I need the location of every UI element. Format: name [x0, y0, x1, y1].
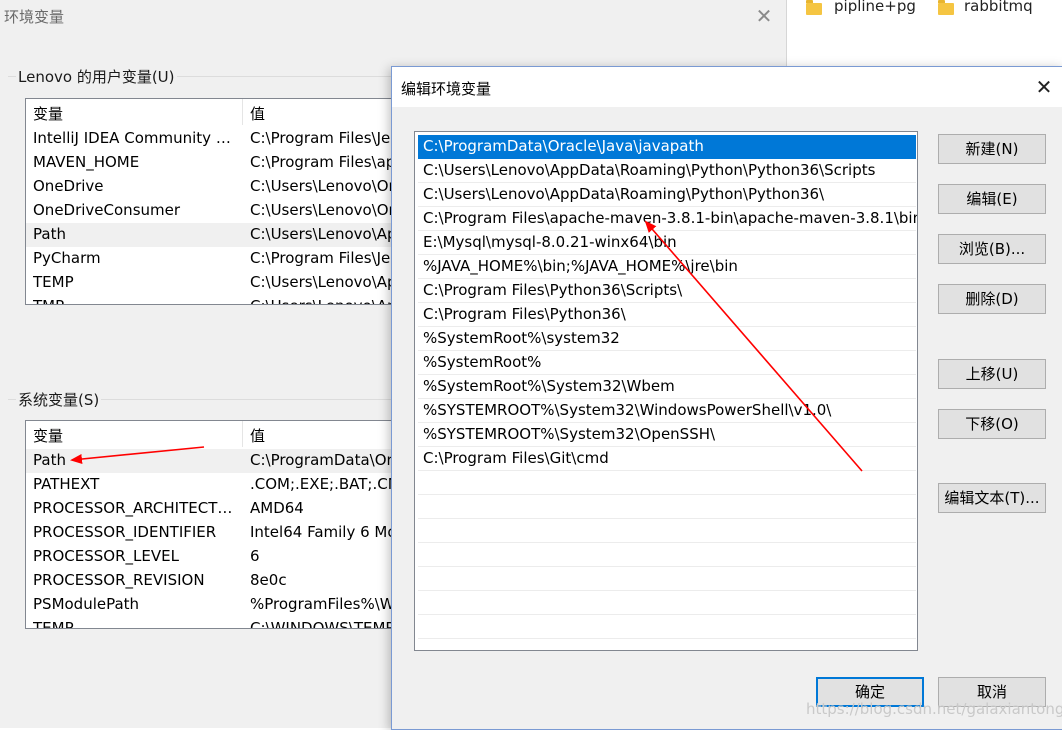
annotation-arrow-path-row [70, 446, 205, 464]
annotation-overlay [70, 220, 863, 472]
annotation-arrow-maven-entry [644, 220, 863, 472]
watermark-text: https://blog.csdn.net/galaxiantong [806, 700, 1062, 718]
